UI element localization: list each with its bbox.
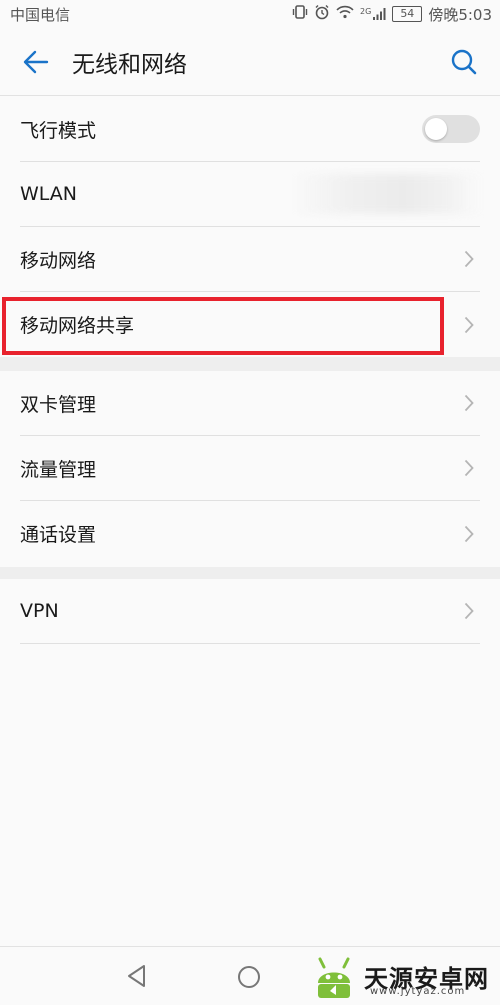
chevron-right-icon: [462, 600, 476, 622]
clock: 傍晚5:03: [428, 5, 492, 24]
wifi-icon: [336, 5, 354, 23]
settings-group-3: VPN: [0, 579, 500, 644]
watermark: 天源安卓网 www.jytyaz.com: [308, 952, 489, 1000]
wlan-label: WLAN: [20, 183, 78, 205]
nav-home-button[interactable]: [236, 964, 262, 994]
call-settings-label: 通话设置: [20, 524, 97, 546]
section-divider: [0, 567, 500, 579]
network-type-label: 2G: [360, 7, 372, 16]
nav-back-button[interactable]: [124, 963, 150, 993]
dual-sim-label: 双卡管理: [20, 393, 97, 416]
airplane-mode-toggle[interactable]: [422, 115, 480, 143]
alarm-icon: [314, 4, 330, 24]
vpn-label: VPN: [20, 600, 59, 622]
back-button[interactable]: [0, 28, 72, 96]
search-icon: [451, 49, 477, 74]
app-bar: 无线和网络: [0, 28, 500, 96]
vibrate-icon: [292, 4, 308, 24]
chevron-right-icon: [462, 248, 476, 270]
chevron-right-icon: [462, 457, 476, 479]
chevron-right-icon: [462, 392, 476, 414]
status-icons: 2G 54 傍晚5:03: [292, 4, 492, 25]
battery-icon: 54: [392, 6, 423, 22]
dual-sim-row[interactable]: 双卡管理: [20, 371, 480, 436]
mobile-network-row[interactable]: 移动网络: [20, 227, 480, 292]
mobile-network-label: 移动网络: [20, 249, 97, 272]
triangle-back-icon: [128, 965, 145, 987]
android-logo-icon: [318, 957, 350, 998]
chevron-right-icon: [462, 523, 476, 545]
highlight-box: [2, 297, 444, 355]
status-bar: 中国电信 2G 54 傍晚5:03: [0, 0, 500, 28]
vpn-row[interactable]: VPN: [20, 579, 480, 644]
data-usage-row[interactable]: 流量管理: [20, 436, 480, 501]
data-usage-label: 流量管理: [20, 458, 97, 481]
arrow-left-icon: [23, 50, 49, 73]
page-title: 无线和网络: [72, 51, 187, 78]
wlan-value-blurred: [290, 174, 480, 214]
toggle-knob: [425, 118, 447, 140]
search-button[interactable]: [428, 28, 500, 96]
settings-group-2: 双卡管理 流量管理 通话设置: [0, 371, 500, 566]
call-settings-row[interactable]: 通话设置: [20, 501, 480, 566]
circle-home-icon: [238, 966, 260, 988]
wlan-row[interactable]: WLAN: [20, 162, 480, 227]
airplane-mode-row[interactable]: 飞行模式: [20, 97, 480, 162]
signal-icon: 2G: [360, 7, 386, 21]
chevron-right-icon: [462, 314, 476, 336]
airplane-mode-label: 飞行模式: [20, 119, 97, 142]
section-divider: [0, 357, 500, 371]
carrier-name: 中国电信: [10, 5, 71, 24]
watermark-url: www.jytyaz.com: [370, 986, 466, 997]
